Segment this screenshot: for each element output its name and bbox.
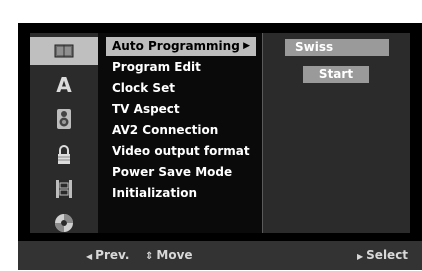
prev-hint: ◀ Prev. <box>86 241 129 271</box>
footer-help-bar: ◀ Prev. ⇕ Move ▶ Select <box>18 241 422 270</box>
start-button[interactable]: Start <box>303 66 369 83</box>
menu-item-initialization[interactable]: Initialization <box>106 184 256 203</box>
move-label: Move <box>156 248 193 262</box>
menu-item-label: Initialization <box>112 186 198 200</box>
disc-icon[interactable] <box>30 37 98 65</box>
menu-item-auto-programming[interactable]: Auto Programming ▶ <box>106 37 256 56</box>
move-hint: ⇕ Move <box>145 241 193 271</box>
arrow-right-icon: ▶ <box>357 252 364 261</box>
menu-item-label: Power Save Mode <box>112 165 233 179</box>
lock-icon[interactable] <box>30 141 98 169</box>
menu-item-label: Auto Programming <box>112 39 240 53</box>
chevron-right-icon: ▶ <box>243 41 250 51</box>
menu-item-label: Video output format <box>112 144 250 158</box>
menu-item-label: AV2 Connection <box>112 123 219 137</box>
country-select[interactable]: Swiss <box>285 39 389 56</box>
settings-menu: Auto Programming ▶ Program Edit Clock Se… <box>98 33 262 233</box>
menu-item-power-save-mode[interactable]: Power Save Mode <box>106 163 256 182</box>
setup-screen: A Auto Programming ▶ Program Edit Clock … <box>18 23 422 270</box>
prev-label: Prev. <box>95 248 130 262</box>
arrow-up-down-icon: ⇕ <box>145 251 154 262</box>
select-label: Select <box>366 248 409 262</box>
submenu-panel: Swiss Start <box>263 33 410 233</box>
arrow-left-icon: ◀ <box>86 252 93 261</box>
category-icon-bar: A <box>30 33 98 233</box>
menu-item-tv-aspect[interactable]: TV Aspect <box>106 100 256 119</box>
language-glyph: A <box>56 73 72 97</box>
menu-item-av2-connection[interactable]: AV2 Connection <box>106 121 256 140</box>
language-icon[interactable]: A <box>30 71 98 99</box>
audio-icon[interactable] <box>30 105 98 133</box>
menu-item-clock-set[interactable]: Clock Set <box>106 79 256 98</box>
menu-item-program-edit[interactable]: Program Edit <box>106 58 256 77</box>
select-hint: ▶ Select <box>357 241 408 271</box>
menu-item-label: Program Edit <box>112 60 201 74</box>
menu-item-label: Clock Set <box>112 81 175 95</box>
other-settings-icon[interactable] <box>30 209 98 237</box>
menu-item-video-output-format[interactable]: Video output format <box>106 142 256 161</box>
film-icon[interactable] <box>30 175 98 203</box>
menu-item-label: TV Aspect <box>112 102 180 116</box>
